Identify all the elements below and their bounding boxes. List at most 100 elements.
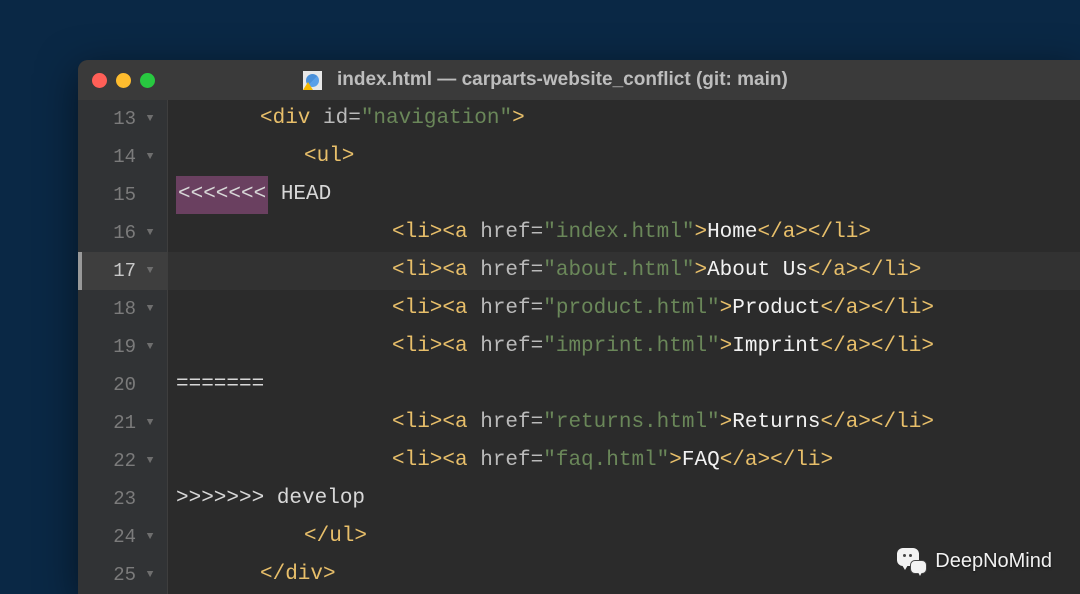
- line-number: 21: [113, 412, 136, 434]
- token-conflict: HEAD: [268, 176, 331, 214]
- token-tag: </a></li>: [720, 442, 833, 480]
- line-number: 20: [113, 374, 136, 396]
- line-number: 15: [113, 184, 136, 206]
- token-str: "about.html": [543, 252, 694, 290]
- gutter-line[interactable]: 14 ▼: [78, 138, 167, 176]
- token-attr: href=: [480, 328, 543, 366]
- line-number: 23: [113, 488, 136, 510]
- token-str: "faq.html": [543, 442, 669, 480]
- token-tag: </ul>: [304, 518, 367, 556]
- line-number: 24: [113, 526, 136, 548]
- code-line[interactable]: <ul>: [168, 138, 1080, 176]
- file-html-icon: [303, 71, 322, 90]
- code-editor[interactable]: 13▼14▼1516▼17▼18▼19▼2021▼22▼2324▼25▼ <di…: [78, 100, 1080, 594]
- token-tag: >: [512, 100, 525, 138]
- token-txt: About Us: [707, 252, 808, 290]
- code-line[interactable]: <li><a href="imprint.html">Imprint</a></…: [168, 328, 1080, 366]
- token-tag: </a></li>: [808, 252, 921, 290]
- token-str: "product.html": [543, 290, 719, 328]
- line-number: 22: [113, 450, 136, 472]
- gutter-line[interactable]: 25 ▼: [78, 556, 167, 594]
- watermark: DeepNoMind: [897, 548, 1052, 574]
- token-attr: href=: [480, 404, 543, 442]
- gutter-line[interactable]: 16 ▼: [78, 214, 167, 252]
- token-attr: href=: [480, 442, 543, 480]
- code-line[interactable]: >>>>>>> develop: [168, 480, 1080, 518]
- token-attr: href=: [480, 290, 543, 328]
- code-area[interactable]: <div id="navigation"><ul><<<<<<< HEAD<li…: [168, 100, 1080, 594]
- gutter-line[interactable]: 19▼: [78, 328, 167, 366]
- fold-toggle-icon[interactable]: ▼: [143, 569, 157, 581]
- token-txt: Product: [732, 290, 820, 328]
- token-tag: </a></li>: [821, 328, 934, 366]
- token-str: "index.html": [543, 214, 694, 252]
- fold-toggle-icon[interactable]: ▼: [143, 227, 157, 239]
- gutter-line[interactable]: 13▼: [78, 100, 167, 138]
- gutter-line[interactable]: 21 ▼: [78, 404, 167, 442]
- line-number: 16: [113, 222, 136, 244]
- code-line[interactable]: <div id="navigation">: [168, 100, 1080, 138]
- token-tag: </a></li>: [821, 290, 934, 328]
- code-line[interactable]: <li><a href="about.html">About Us</a></l…: [168, 252, 1080, 290]
- gutter-line[interactable]: 22 ▼: [78, 442, 167, 480]
- fold-toggle-icon[interactable]: ▼: [143, 341, 157, 353]
- token-tag: <ul>: [304, 138, 354, 176]
- fold-toggle-icon[interactable]: ▼: [143, 455, 157, 467]
- token-conflict-hl: <<<<<<<: [176, 176, 268, 214]
- token-txt: Home: [707, 214, 757, 252]
- gutter-line[interactable]: 17 ▼: [78, 252, 167, 290]
- token-tag: >: [720, 290, 733, 328]
- fold-toggle-icon[interactable]: ▼: [143, 417, 157, 429]
- line-number: 17: [113, 260, 136, 282]
- token-tag: <li><a: [392, 442, 480, 480]
- chat-bubbles-icon: [897, 548, 927, 574]
- close-icon[interactable]: [92, 73, 107, 88]
- token-str: "navigation": [361, 100, 512, 138]
- token-txt: Imprint: [732, 328, 820, 366]
- titlebar[interactable]: index.html — carparts-website_conflict (…: [78, 60, 1080, 100]
- token-attr: href=: [480, 252, 543, 290]
- token-conflict: =======: [176, 366, 264, 404]
- line-number-gutter[interactable]: 13▼14▼1516▼17▼18▼19▼2021▼22▼2324▼25▼: [78, 100, 168, 594]
- token-tag: <li><a: [392, 214, 480, 252]
- token-tag: <li><a: [392, 252, 480, 290]
- token-conflict: >>>>>>> develop: [176, 480, 365, 518]
- token-tag: <div: [260, 100, 323, 138]
- editor-window: index.html — carparts-website_conflict (…: [78, 60, 1080, 594]
- code-line[interactable]: <li><a href="faq.html">FAQ</a></li>: [168, 442, 1080, 480]
- code-line[interactable]: =======: [168, 366, 1080, 404]
- token-str: "returns.html": [543, 404, 719, 442]
- window-title: index.html — carparts-website_conflict (…: [337, 69, 788, 91]
- token-tag: </div>: [260, 556, 336, 594]
- token-attr: id=: [323, 100, 361, 138]
- token-tag: >: [694, 214, 707, 252]
- token-txt: FAQ: [682, 442, 720, 480]
- line-number: 25: [113, 564, 136, 586]
- gutter-line[interactable]: 18 ▼: [78, 290, 167, 328]
- token-tag: <li><a: [392, 290, 480, 328]
- line-number: 18: [113, 298, 136, 320]
- token-tag: >: [669, 442, 682, 480]
- gutter-line[interactable]: 15: [78, 176, 167, 214]
- code-line[interactable]: <li><a href="returns.html">Returns</a></…: [168, 404, 1080, 442]
- token-tag: >: [720, 328, 733, 366]
- gutter-line[interactable]: 24 ▼: [78, 518, 167, 556]
- fold-toggle-icon[interactable]: ▼: [143, 151, 157, 163]
- zoom-icon[interactable]: [140, 73, 155, 88]
- gutter-line[interactable]: 20: [78, 366, 167, 404]
- fold-toggle-icon[interactable]: ▼: [143, 303, 157, 315]
- watermark-label: DeepNoMind: [935, 550, 1052, 573]
- code-line[interactable]: <li><a href="product.html">Product</a></…: [168, 290, 1080, 328]
- token-txt: Returns: [732, 404, 820, 442]
- fold-toggle-icon[interactable]: ▼: [143, 265, 157, 277]
- code-line[interactable]: <li><a href="index.html">Home</a></li>: [168, 214, 1080, 252]
- fold-toggle-icon[interactable]: ▼: [143, 531, 157, 543]
- gutter-line[interactable]: 23: [78, 480, 167, 518]
- code-line[interactable]: <<<<<<< HEAD: [168, 176, 1080, 214]
- line-number: 14: [113, 146, 136, 168]
- token-tag: <li><a: [392, 328, 480, 366]
- fold-toggle-icon[interactable]: ▼: [143, 113, 157, 125]
- token-tag: </a></li>: [758, 214, 871, 252]
- minimize-icon[interactable]: [116, 73, 131, 88]
- token-tag: >: [694, 252, 707, 290]
